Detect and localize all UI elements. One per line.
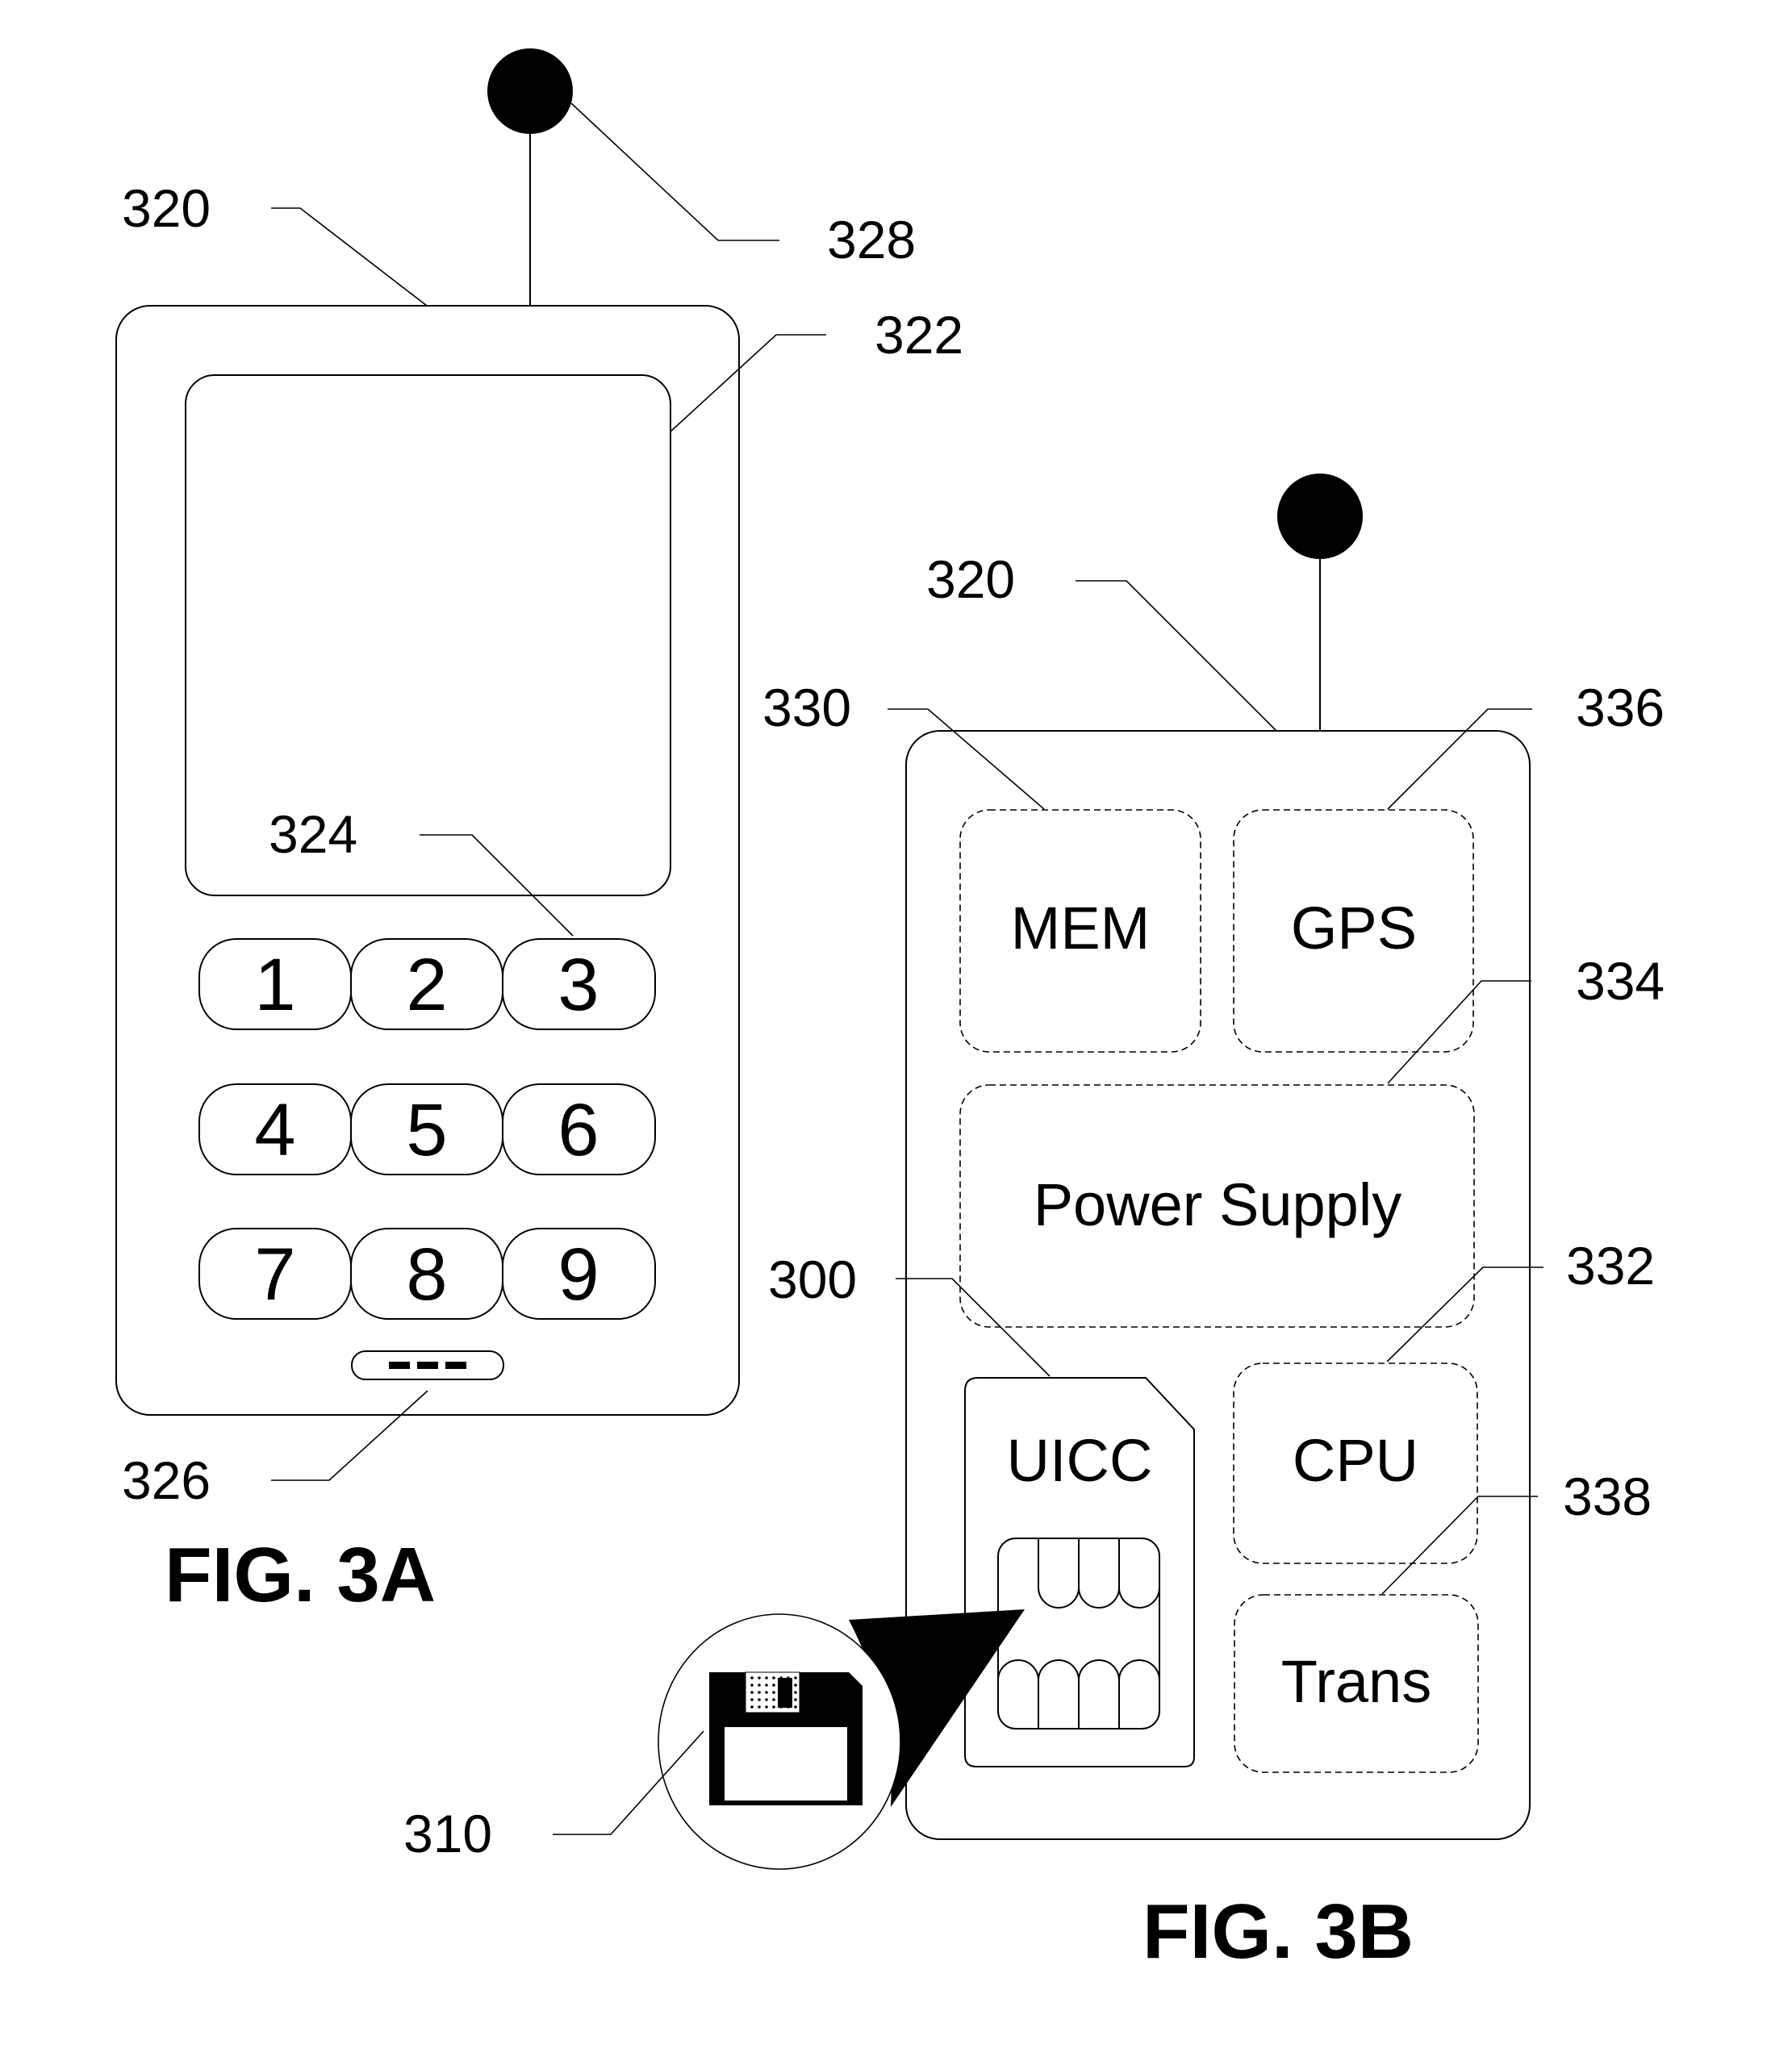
- uicc-sim-card[interactable]: UICC: [964, 1377, 1195, 1767]
- figure-caption-3a: FIG. 3A: [165, 1532, 436, 1618]
- ref-label: 320: [926, 549, 1015, 609]
- key-5[interactable]: 5: [350, 1083, 503, 1175]
- ref-label: 330: [762, 678, 851, 737]
- transceiver-module[interactable]: Trans: [1234, 1594, 1479, 1773]
- ref-label: 322: [875, 305, 963, 365]
- ref-338: 338: [1381, 1467, 1652, 1595]
- key-9[interactable]: 9: [502, 1228, 656, 1320]
- leader-line: [1381, 1496, 1538, 1595]
- leader-line: [1387, 708, 1532, 810]
- key-label: 6: [558, 1089, 599, 1171]
- antenna-3a: [487, 48, 573, 306]
- ref-label: 338: [1563, 1467, 1652, 1526]
- leader-line: [570, 102, 779, 241]
- key-3[interactable]: 3: [502, 938, 656, 1030]
- antenna-ball-icon: [1277, 474, 1363, 559]
- ref-label: 310: [403, 1804, 492, 1863]
- storage-magnifier: [658, 1609, 1025, 1870]
- cpu-module[interactable]: CPU: [1233, 1362, 1478, 1564]
- key-label: 5: [406, 1089, 447, 1171]
- leader-line: [888, 708, 1045, 810]
- ref-300: 300: [768, 1250, 1051, 1377]
- antenna-3b: [1277, 474, 1363, 731]
- ref-label: 320: [122, 178, 211, 238]
- patent-figure-sheet: 1 2 3 4 5 6 7 8 9 320 328 322 324 326 FI…: [115, 48, 1665, 1975]
- sim-chip-icon: [997, 1538, 1160, 1730]
- ref-336: 336: [1387, 678, 1665, 810]
- ref-320-3a: 320: [122, 178, 428, 307]
- ref-322: 322: [670, 305, 963, 432]
- leader-line: [1386, 1266, 1543, 1362]
- module-label: Trans: [1281, 1648, 1431, 1715]
- leader-line: [1387, 980, 1531, 1084]
- leader-line: [670, 334, 826, 432]
- button-dash-icon: [445, 1362, 466, 1369]
- key-4[interactable]: 4: [198, 1083, 352, 1175]
- figure-3b: MEM GPS Power Supply UICC CPU Trans 320 …: [403, 474, 1665, 1975]
- leader-line: [1076, 580, 1277, 732]
- ref-label: 332: [1566, 1236, 1655, 1296]
- ref-334: 334: [1387, 951, 1665, 1084]
- key-label: 8: [406, 1233, 447, 1316]
- key-label: 4: [254, 1089, 295, 1171]
- function-button[interactable]: [351, 1350, 504, 1380]
- module-label: MEM: [1011, 895, 1151, 962]
- ref-label: 324: [269, 804, 357, 864]
- antenna-ball-icon: [487, 48, 573, 134]
- gps-module[interactable]: GPS: [1233, 809, 1474, 1053]
- key-label: 9: [558, 1233, 599, 1316]
- button-dash-icon: [389, 1362, 410, 1369]
- leader-line: [271, 207, 428, 307]
- figure-3a: 1 2 3 4 5 6 7 8 9 320 328 322 324 326 FI…: [115, 48, 963, 1618]
- ref-label: 300: [768, 1250, 857, 1309]
- keypad: 1 2 3 4 5 6 7 8 9: [198, 938, 656, 1320]
- key-6[interactable]: 6: [502, 1083, 656, 1175]
- module-label: Power Supply: [1034, 1171, 1402, 1238]
- ref-label: 326: [122, 1450, 211, 1510]
- ref-324: 324: [269, 804, 574, 937]
- key-label: 3: [558, 944, 599, 1026]
- ref-label: 328: [827, 210, 916, 269]
- memory-module[interactable]: MEM: [959, 809, 1201, 1053]
- figure-caption-3b: FIG. 3B: [1142, 1888, 1414, 1975]
- floppy-disk-icon: [709, 1671, 863, 1805]
- power-supply-module[interactable]: Power Supply: [959, 1084, 1475, 1328]
- leader-line: [420, 834, 574, 937]
- key-8[interactable]: 8: [350, 1228, 503, 1320]
- ref-330: 330: [762, 678, 1045, 810]
- module-label: UICC: [1007, 1427, 1153, 1494]
- ref-320-3b: 320: [926, 549, 1277, 732]
- key-1[interactable]: 1: [198, 938, 352, 1030]
- ref-label: 334: [1576, 951, 1665, 1011]
- button-dash-icon: [417, 1362, 438, 1369]
- key-2[interactable]: 2: [350, 938, 503, 1030]
- key-label: 7: [254, 1233, 295, 1316]
- leader-line: [271, 1390, 428, 1481]
- ref-label: 336: [1576, 678, 1665, 737]
- module-label: GPS: [1291, 895, 1417, 962]
- key-label: 1: [254, 944, 295, 1026]
- ref-332: 332: [1386, 1236, 1655, 1362]
- ref-326: 326: [122, 1390, 428, 1510]
- key-label: 2: [406, 944, 447, 1026]
- ref-328: 328: [570, 102, 916, 269]
- key-7[interactable]: 7: [198, 1228, 352, 1320]
- display-screen: [185, 374, 671, 896]
- module-label: CPU: [1293, 1427, 1418, 1494]
